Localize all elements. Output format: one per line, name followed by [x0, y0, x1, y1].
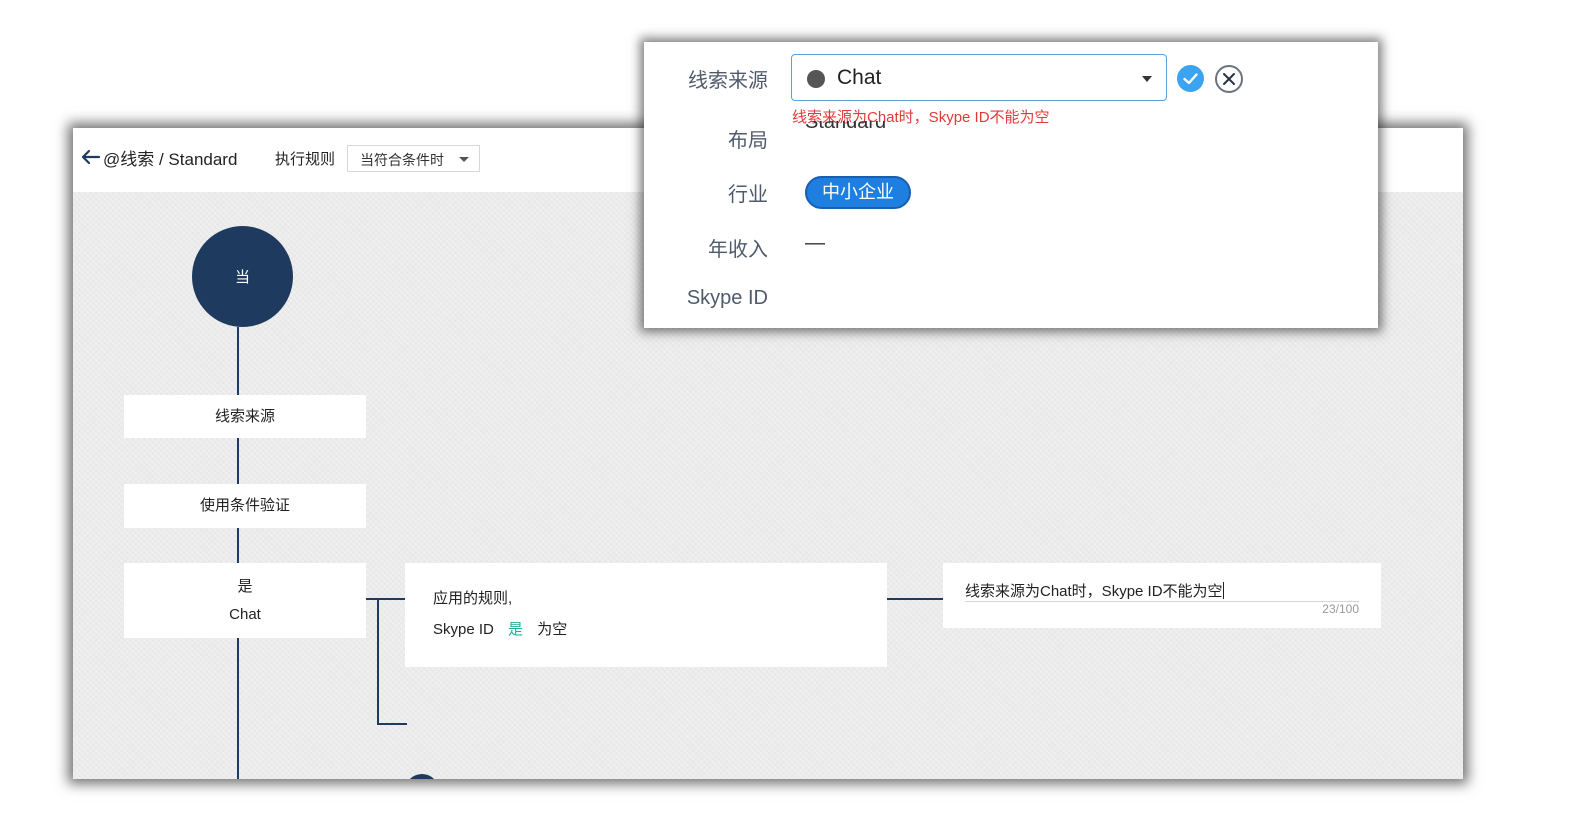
condition-node-line2: Chat	[229, 605, 261, 623]
execution-rule-label: 执行规则	[275, 151, 336, 168]
trigger-select-value: 当符合条件时	[360, 152, 444, 168]
field-label-skype-id: Skype ID	[686, 287, 768, 309]
layout-value: Standard	[805, 121, 886, 143]
connector-line	[237, 327, 239, 395]
rule-value: 为空	[537, 621, 568, 638]
cancel-button[interactable]	[1215, 65, 1243, 93]
field-label-layout: 布局	[728, 130, 768, 152]
connector-line	[377, 598, 379, 725]
input-underline	[965, 601, 1359, 602]
text-cursor	[1222, 582, 1224, 599]
connector-line	[237, 528, 239, 563]
check-icon	[1183, 73, 1198, 85]
error-message-card: 线索来源为Chat时，Skype ID不能为空 23/100	[943, 563, 1381, 628]
rule-operator: 是	[508, 621, 524, 638]
field-node[interactable]: 线索来源	[124, 395, 366, 438]
layout-value-text: Standard	[805, 121, 887, 133]
field-label-annual-revenue: 年收入	[708, 239, 768, 261]
validate-node-label: 使用条件验证	[199, 497, 290, 514]
close-icon	[1223, 73, 1235, 85]
annual-revenue-value: —	[805, 232, 825, 254]
caret-down-icon	[1142, 76, 1152, 82]
condition-node-line1: 是	[237, 577, 253, 595]
arrow-left-icon[interactable]	[79, 146, 101, 168]
start-node[interactable]: 当	[192, 226, 293, 327]
rule-card-title: 应用的规则,	[433, 590, 513, 607]
rule-field: Skype ID	[433, 621, 494, 638]
breadcrumb: @线索 / Standard	[103, 150, 238, 169]
connector-line	[237, 438, 239, 484]
industry-tag[interactable]: 中小企业	[805, 176, 911, 209]
field-label-lead-source: 线索来源	[688, 70, 768, 92]
confirm-button[interactable]	[1177, 65, 1204, 92]
condition-node[interactable]: 是 Chat	[124, 563, 366, 638]
rule-card-condition: Skype ID 是 为空	[433, 618, 887, 639]
connector-line	[887, 598, 943, 600]
lead-source-value: Chat	[837, 66, 882, 89]
char-count: 23/100	[1322, 602, 1359, 616]
error-message-text: 线索来源为Chat时，Skype ID不能为空	[965, 583, 1223, 600]
error-message-input[interactable]: 线索来源为Chat时，Skype ID不能为空	[965, 580, 1224, 601]
start-node-label: 当	[234, 269, 250, 286]
lead-source-select[interactable]: Chat	[791, 54, 1167, 101]
validate-node[interactable]: 使用条件验证	[124, 484, 366, 528]
stage: 线索来源 使用条件验证 是 Chat 当 应用的规则, Skype ID 是 为…	[0, 0, 1588, 828]
trigger-select[interactable]: 当符合条件时	[347, 145, 480, 172]
connector-line	[377, 723, 407, 725]
add-branch-button[interactable]	[405, 774, 439, 779]
connector-line	[366, 598, 405, 600]
rule-card[interactable]: 应用的规则, Skype ID 是 为空	[405, 563, 887, 667]
connector-line	[237, 638, 239, 779]
field-label-industry: 行业	[728, 184, 768, 206]
status-dot-icon	[807, 70, 825, 88]
record-edit-popup: 线索来源 布局 行业 年收入 Skype ID Chat 线索来源为Chat时，…	[644, 42, 1378, 328]
field-node-label: 线索来源	[214, 407, 275, 425]
caret-down-icon	[459, 157, 469, 162]
